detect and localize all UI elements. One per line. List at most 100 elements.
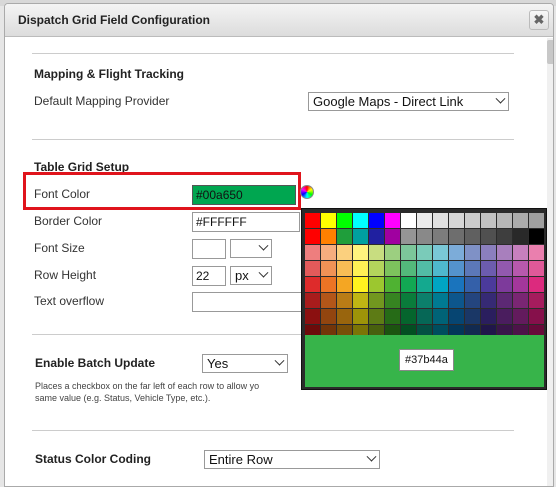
color-swatch[interactable] xyxy=(401,277,416,292)
color-swatch[interactable] xyxy=(449,277,464,292)
color-wheel-icon[interactable] xyxy=(300,185,314,199)
color-swatch[interactable] xyxy=(305,309,320,324)
color-swatch[interactable] xyxy=(353,277,368,292)
color-swatch[interactable] xyxy=(385,229,400,244)
color-swatch[interactable] xyxy=(305,261,320,276)
color-swatch[interactable] xyxy=(513,229,528,244)
color-swatch[interactable] xyxy=(401,245,416,260)
row-height-unit-select[interactable]: px xyxy=(230,266,272,285)
color-swatch[interactable] xyxy=(449,245,464,260)
scrollbar-track[interactable] xyxy=(547,38,553,486)
color-swatch[interactable] xyxy=(433,229,448,244)
color-swatch[interactable] xyxy=(529,309,544,324)
color-swatch[interactable] xyxy=(353,261,368,276)
color-swatch[interactable] xyxy=(369,309,384,324)
color-swatch[interactable] xyxy=(321,245,336,260)
color-swatch[interactable] xyxy=(337,229,352,244)
color-swatch[interactable] xyxy=(353,245,368,260)
color-swatch[interactable] xyxy=(481,309,496,324)
close-button[interactable]: ✖ xyxy=(529,10,549,30)
color-swatch[interactable] xyxy=(481,213,496,228)
color-swatch[interactable] xyxy=(353,213,368,228)
batch-update-select[interactable]: Yes xyxy=(202,354,288,373)
color-swatch[interactable] xyxy=(369,213,384,228)
mapping-provider-select[interactable]: Google Maps - Direct Link xyxy=(308,92,509,111)
dialog-titlebar[interactable]: Dispatch Grid Field Configuration ✖ xyxy=(5,4,553,37)
color-swatch[interactable] xyxy=(465,309,480,324)
color-swatch[interactable] xyxy=(529,261,544,276)
color-swatch[interactable] xyxy=(321,229,336,244)
color-swatch[interactable] xyxy=(353,229,368,244)
color-swatch[interactable] xyxy=(433,293,448,308)
color-swatch[interactable] xyxy=(465,261,480,276)
color-swatch[interactable] xyxy=(385,245,400,260)
color-swatch[interactable] xyxy=(353,309,368,324)
color-swatch[interactable] xyxy=(305,293,320,308)
color-swatch[interactable] xyxy=(465,229,480,244)
color-swatch[interactable] xyxy=(465,213,480,228)
color-swatch[interactable] xyxy=(305,229,320,244)
color-swatch[interactable] xyxy=(401,229,416,244)
color-swatch[interactable] xyxy=(385,213,400,228)
border-color-input[interactable]: #FFFFFF xyxy=(192,212,300,232)
color-swatch[interactable] xyxy=(337,245,352,260)
color-swatch[interactable] xyxy=(481,293,496,308)
color-swatch[interactable] xyxy=(529,293,544,308)
color-swatch[interactable] xyxy=(513,309,528,324)
color-swatch[interactable] xyxy=(321,261,336,276)
color-swatch[interactable] xyxy=(385,277,400,292)
color-swatch[interactable] xyxy=(401,309,416,324)
color-swatch[interactable] xyxy=(433,213,448,228)
color-swatch[interactable] xyxy=(417,261,432,276)
color-swatch[interactable] xyxy=(369,277,384,292)
color-swatch[interactable] xyxy=(417,309,432,324)
color-swatch[interactable] xyxy=(305,277,320,292)
color-swatch[interactable] xyxy=(497,261,512,276)
color-swatch[interactable] xyxy=(321,213,336,228)
color-swatch[interactable] xyxy=(417,245,432,260)
color-swatch[interactable] xyxy=(321,293,336,308)
color-swatch[interactable] xyxy=(497,309,512,324)
color-swatch[interactable] xyxy=(529,245,544,260)
color-swatch[interactable] xyxy=(497,213,512,228)
color-swatch[interactable] xyxy=(321,309,336,324)
color-swatch[interactable] xyxy=(385,309,400,324)
color-swatch[interactable] xyxy=(449,213,464,228)
color-swatch[interactable] xyxy=(369,261,384,276)
color-swatch[interactable] xyxy=(497,245,512,260)
color-swatch[interactable] xyxy=(433,261,448,276)
color-swatch[interactable] xyxy=(321,277,336,292)
color-swatch[interactable] xyxy=(497,277,512,292)
color-swatch[interactable] xyxy=(481,245,496,260)
scrollbar-thumb[interactable] xyxy=(547,40,553,64)
color-swatch[interactable] xyxy=(481,261,496,276)
color-swatch[interactable] xyxy=(481,229,496,244)
color-swatch[interactable] xyxy=(529,229,544,244)
color-swatch[interactable] xyxy=(433,309,448,324)
color-swatch[interactable] xyxy=(353,293,368,308)
color-swatch[interactable] xyxy=(337,293,352,308)
color-swatch[interactable] xyxy=(401,213,416,228)
color-swatch[interactable] xyxy=(449,229,464,244)
color-swatch[interactable] xyxy=(369,245,384,260)
color-swatch[interactable] xyxy=(385,261,400,276)
color-swatch[interactable] xyxy=(465,293,480,308)
color-swatch[interactable] xyxy=(449,261,464,276)
color-swatch[interactable] xyxy=(337,261,352,276)
color-swatch[interactable] xyxy=(529,277,544,292)
color-swatch[interactable] xyxy=(449,309,464,324)
text-overflow-input[interactable] xyxy=(192,292,302,312)
color-swatch[interactable] xyxy=(337,309,352,324)
color-swatch[interactable] xyxy=(449,293,464,308)
color-swatch[interactable] xyxy=(513,277,528,292)
color-swatch[interactable] xyxy=(433,245,448,260)
color-swatch[interactable] xyxy=(417,277,432,292)
color-swatch[interactable] xyxy=(417,293,432,308)
color-swatch[interactable] xyxy=(417,213,432,228)
color-swatch[interactable] xyxy=(513,245,528,260)
color-swatch[interactable] xyxy=(369,229,384,244)
font-size-input[interactable] xyxy=(192,239,226,259)
color-swatch[interactable] xyxy=(401,261,416,276)
color-swatch[interactable] xyxy=(465,245,480,260)
color-swatch[interactable] xyxy=(305,213,320,228)
